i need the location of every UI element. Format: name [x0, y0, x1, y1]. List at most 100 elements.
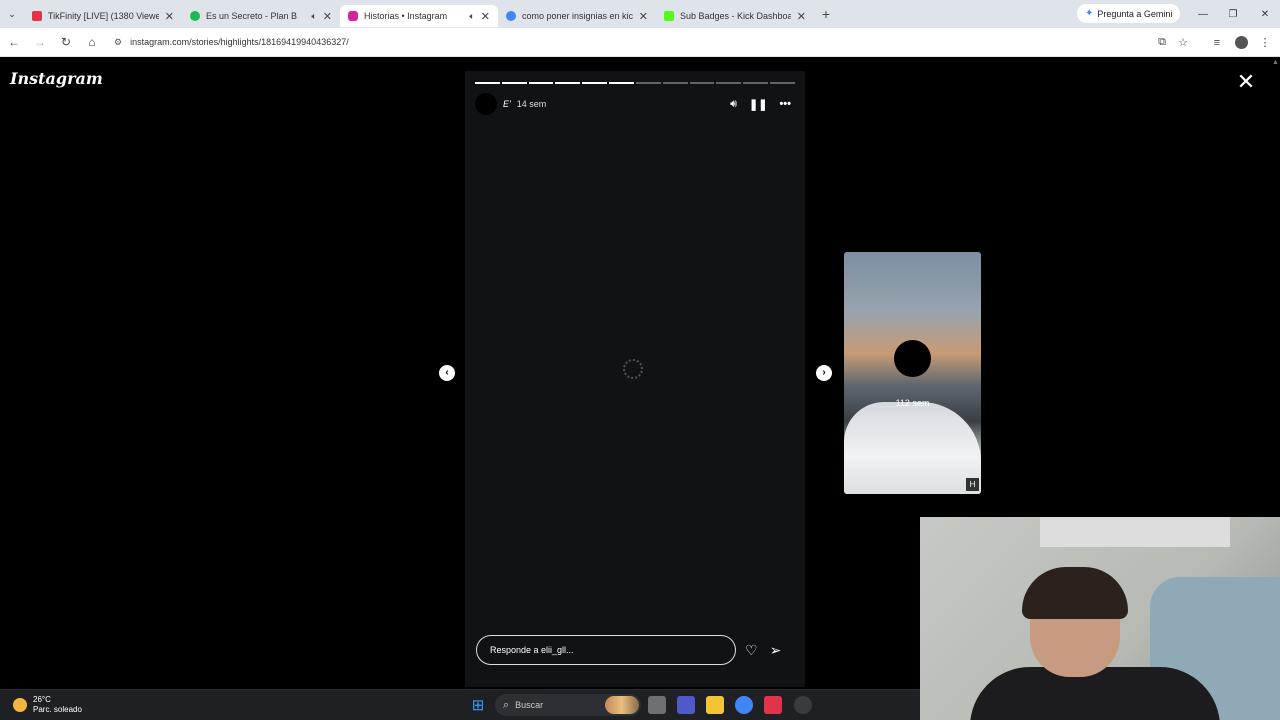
- gemini-label: Pregunta a Gemini: [1097, 8, 1173, 19]
- gemini-sparkle-icon: ✦: [1085, 8, 1094, 19]
- preview-avatar: [894, 340, 931, 377]
- taskbar-search-input[interactable]: ⌕ Buscar: [495, 694, 641, 716]
- back-arrow-icon[interactable]: ←: [2, 30, 26, 54]
- browser-tab[interactable]: Es un Secreto - Plan B 🔈︎ ✕: [182, 5, 340, 27]
- progress-segment: [662, 82, 688, 84]
- progress-segment: [609, 82, 634, 84]
- profile-avatar[interactable]: [1230, 28, 1252, 57]
- cam-person-hair: [1022, 567, 1128, 619]
- tab-close-icon[interactable]: ✕: [639, 10, 648, 23]
- tab-close-icon[interactable]: ✕: [165, 10, 174, 23]
- next-story-preview[interactable]: 112 sem H: [844, 252, 981, 494]
- weather-sun-icon: [13, 698, 27, 712]
- progress-segment: [582, 82, 608, 84]
- progress-segment: [716, 82, 742, 84]
- reload-icon[interactable]: ↻: [54, 30, 78, 54]
- teams-icon[interactable]: [677, 696, 695, 714]
- webcam-overlay-image: [920, 517, 1280, 720]
- preview-badge-icon: H: [966, 478, 979, 491]
- story-progress-bar: [475, 82, 795, 84]
- app-gear-icon[interactable]: [794, 696, 812, 714]
- taskbar-search-placeholder: Buscar: [515, 700, 544, 710]
- instagram-favicon-icon: [348, 11, 358, 21]
- tab-title: TikFinity [LIVE] (1380 Viewers): [48, 11, 159, 21]
- gemini-button[interactable]: ✦ Pregunta a Gemini: [1077, 4, 1181, 23]
- weather-widget[interactable]: 26°C Parc. soleado: [13, 695, 82, 715]
- cam-background-shelf: [1040, 517, 1230, 547]
- tab-title: Sub Badges - Kick Dashboard: [680, 11, 791, 21]
- media-controls-icon[interactable]: ≡: [1206, 28, 1228, 57]
- file-explorer-icon[interactable]: [706, 696, 724, 714]
- install-app-icon[interactable]: ⧉: [1151, 28, 1173, 57]
- kick-favicon-icon: [664, 11, 674, 21]
- progress-segment: [475, 82, 500, 84]
- home-icon[interactable]: ⌂: [80, 30, 104, 54]
- share-send-icon[interactable]: ➢: [770, 642, 782, 659]
- story-avatar[interactable]: [475, 93, 497, 115]
- previous-story-arrow-icon[interactable]: ‹: [439, 365, 455, 381]
- progress-segment: [555, 82, 581, 84]
- minimize-icon[interactable]: —: [1188, 0, 1218, 28]
- progress-segment: [635, 82, 661, 84]
- tab-search-chevron-icon[interactable]: ⌄: [0, 0, 24, 28]
- tab-title: Historias • Instagram: [364, 11, 448, 21]
- chrome-icon[interactable]: [735, 696, 753, 714]
- story-controls: 🔊︎ ❚❚ •••: [730, 93, 791, 115]
- tikfinity-favicon-icon: [32, 11, 42, 21]
- search-highlight-image: [605, 696, 639, 714]
- progress-segment: [528, 82, 554, 84]
- story-age: 14 sem: [516, 99, 547, 109]
- preview-car-shape: [844, 402, 981, 494]
- forward-arrow-icon[interactable]: →: [28, 30, 52, 54]
- progress-segment: [689, 82, 715, 84]
- progress-segment: [501, 82, 527, 84]
- close-story-button[interactable]: ✕: [1234, 70, 1258, 94]
- address-input[interactable]: ⚙ instagram.com/stories/highlights/18169…: [104, 31, 1144, 53]
- reply-actions: ♡ ➢: [745, 642, 781, 659]
- address-toolbar: ← → ↻ ⌂ ⚙ instagram.com/stories/highligh…: [0, 28, 1280, 57]
- browser-tab-active[interactable]: Historias • Instagram 🔈︎ ✕: [340, 5, 498, 27]
- weather-temp: 26°C: [33, 695, 51, 704]
- task-view-icon[interactable]: [648, 696, 666, 714]
- tab-close-icon[interactable]: ✕: [797, 10, 806, 23]
- bookmark-star-icon[interactable]: ☆: [1172, 28, 1194, 57]
- restore-icon[interactable]: ❐: [1218, 0, 1248, 28]
- tab-close-icon[interactable]: ✕: [481, 10, 490, 23]
- reply-input[interactable]: Responde a elii_gll...: [476, 635, 736, 665]
- more-options-icon[interactable]: •••: [779, 98, 791, 110]
- google-favicon-icon: [506, 11, 516, 21]
- menu-kebab-icon[interactable]: ⋮: [1254, 28, 1276, 57]
- tab-title: como poner insignias en kick -: [522, 11, 633, 21]
- progress-segment: [770, 82, 795, 84]
- tab-close-icon[interactable]: ✕: [323, 10, 332, 23]
- new-tab-button[interactable]: +: [814, 6, 838, 22]
- window-close-icon[interactable]: ✕: [1250, 0, 1280, 28]
- audio-playing-icon[interactable]: 🔈︎: [469, 11, 474, 22]
- spotify-favicon-icon: [190, 11, 200, 21]
- audio-playing-icon[interactable]: 🔈︎: [311, 11, 316, 22]
- story-username[interactable]: E': [503, 99, 511, 109]
- windows-start-icon[interactable]: ⊞: [469, 696, 487, 714]
- browser-tab[interactable]: Sub Badges - Kick Dashboard ✕: [656, 5, 814, 27]
- windows-taskbar: 26°C Parc. soleado ⊞ ⌕ Buscar: [0, 689, 920, 720]
- story-viewer[interactable]: E' 14 sem 🔊︎ ❚❚ ••• Responde a elii_gll.…: [465, 71, 805, 687]
- search-icon: ⌕: [503, 698, 510, 711]
- preview-age: 112 sem: [895, 398, 930, 408]
- like-heart-icon[interactable]: ♡: [745, 642, 758, 659]
- loading-spinner-icon: [623, 359, 643, 379]
- next-story-arrow-icon[interactable]: ›: [816, 365, 832, 381]
- weather-desc: Parc. soleado: [33, 705, 82, 714]
- browser-tab[interactable]: como poner insignias en kick - ✕: [498, 5, 656, 27]
- story-header: E' 14 sem 🔊︎ ❚❚ •••: [475, 93, 795, 115]
- site-info-icon[interactable]: ⚙: [114, 37, 122, 48]
- cam-person-body: [970, 667, 1220, 720]
- tab-title: Es un Secreto - Plan B: [206, 11, 298, 21]
- tiktok-live-icon[interactable]: [764, 696, 782, 714]
- progress-segment: [743, 82, 769, 84]
- pause-icon[interactable]: ❚❚: [749, 98, 767, 111]
- browser-tab[interactable]: TikFinity [LIVE] (1380 Viewers) ✕: [24, 5, 182, 27]
- scroll-up-arrow-icon[interactable]: ▲: [1272, 59, 1279, 66]
- volume-icon[interactable]: 🔊︎: [730, 98, 737, 111]
- instagram-logo[interactable]: Instagram: [10, 69, 103, 88]
- url-text: instagram.com/stories/highlights/1816941…: [130, 37, 349, 47]
